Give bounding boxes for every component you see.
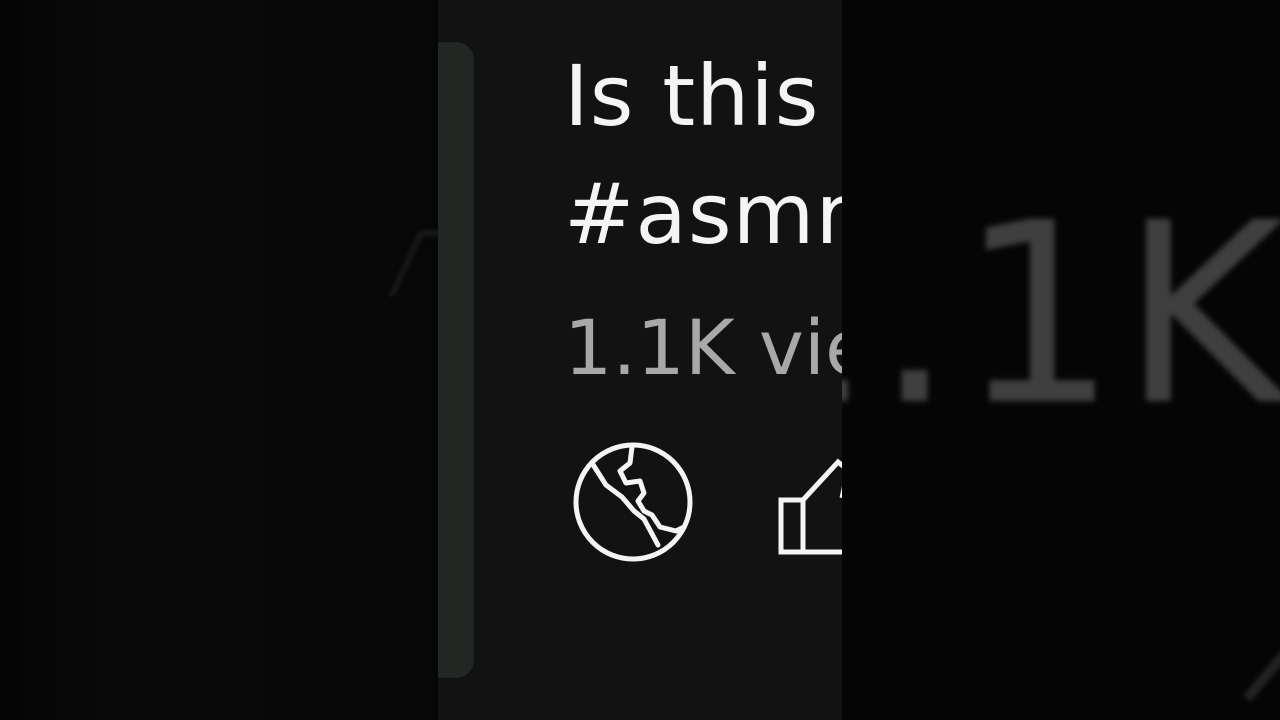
video-frame: 1.1K views Is this #asmr 1.1K views [0,0,1280,720]
video-title-line-1[interactable]: Is this [564,54,820,138]
blurred-shape [388,230,438,296]
globe-icon [573,442,693,562]
blurred-backdrop-left [0,0,438,720]
video-title-line-2[interactable]: #asmr [564,172,842,256]
thumbs-up-icon[interactable] [778,456,842,560]
blurred-shape [1243,588,1280,702]
phone-screen-capture: Is this #asmr 1.1K views [438,0,842,720]
blurred-backdrop-right: 1.1K views [842,0,1280,720]
view-count: 1.1K views [564,303,842,392]
blurred-views-echo: 1.1K views [842,169,1280,460]
video-thumbnail-edge[interactable] [438,42,474,678]
